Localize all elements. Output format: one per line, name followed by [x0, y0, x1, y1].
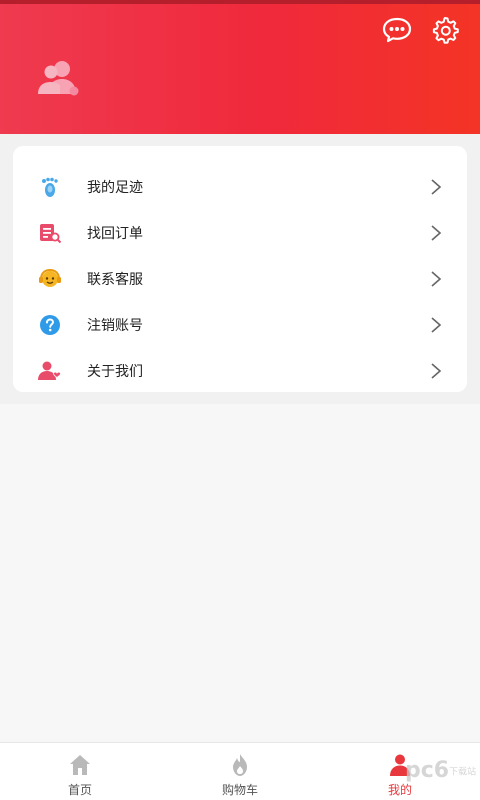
- chevron-right-icon: [431, 225, 442, 241]
- menu-item-about-us[interactable]: 关于我们: [13, 348, 467, 394]
- menu-item-retrieve-order[interactable]: 找回订单: [13, 210, 467, 256]
- about-us-icon: [37, 358, 63, 384]
- watermark: pc6下载站: [405, 758, 476, 783]
- menu-item-delete-account[interactable]: 注销账号: [13, 302, 467, 348]
- menu-item-footprint[interactable]: 我的足迹: [13, 164, 467, 210]
- footprint-icon: [37, 174, 63, 200]
- menu-item-label: 关于我们: [87, 364, 143, 380]
- menu-item-label: 找回订单: [87, 226, 143, 242]
- flame-icon: [233, 754, 247, 776]
- tab-home[interactable]: 首页: [0, 743, 160, 800]
- customer-service-icon: [37, 266, 63, 292]
- menu-card: 我的足迹 找回订单 联系客服 注销账号 关于我们: [13, 146, 467, 392]
- watermark-subtext: 下载站: [449, 767, 477, 778]
- avatar[interactable]: [34, 58, 84, 98]
- menu-item-label: 我的足迹: [87, 180, 143, 196]
- message-button[interactable]: [381, 14, 413, 46]
- home-icon: [70, 755, 90, 775]
- watermark-text: pc6: [405, 758, 450, 783]
- status-strip: [0, 0, 480, 4]
- gear-icon: [432, 17, 459, 44]
- profile-header: [0, 0, 480, 134]
- chevron-right-icon: [431, 271, 442, 287]
- tab-label: 首页: [67, 783, 92, 797]
- user-group-icon: [38, 61, 79, 96]
- menu-item-label: 联系客服: [87, 272, 143, 288]
- menu-item-label: 注销账号: [87, 318, 143, 334]
- app-screen: 我的足迹 找回订单 联系客服 注销账号 关于我们 首页 购物车 我的 pc6下载…: [0, 0, 480, 800]
- question-icon: [37, 312, 63, 338]
- chat-bubble-icon: [382, 17, 412, 43]
- settings-button[interactable]: [429, 14, 461, 46]
- tab-cart[interactable]: 购物车: [160, 743, 320, 800]
- chevron-right-icon: [431, 179, 442, 195]
- order-search-icon: [37, 220, 63, 246]
- chevron-right-icon: [431, 317, 442, 333]
- chevron-right-icon: [431, 363, 442, 379]
- tab-label: 我的: [387, 783, 412, 797]
- menu-item-customer-service[interactable]: 联系客服: [13, 256, 467, 302]
- tab-label: 购物车: [221, 783, 258, 797]
